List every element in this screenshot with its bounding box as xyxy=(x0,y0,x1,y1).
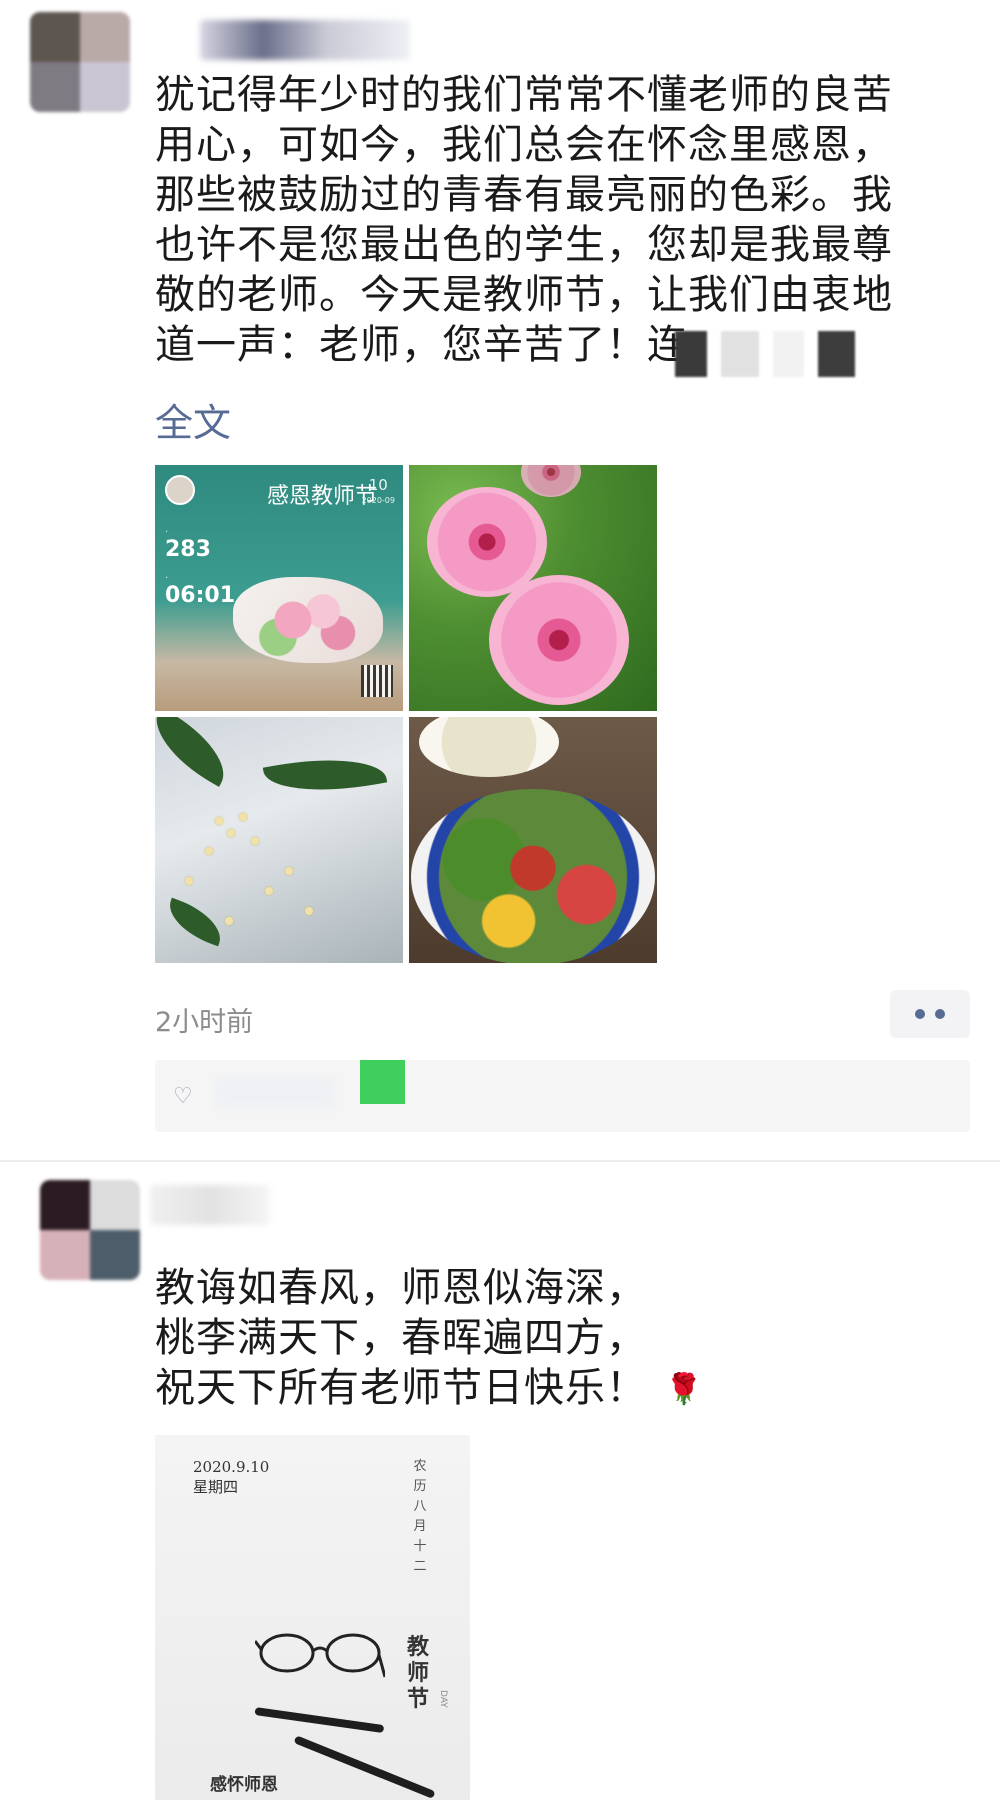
leaf-shape xyxy=(262,746,388,804)
post-text-line: 那些被鼓励过的青春有最亮丽的色彩。我 xyxy=(155,172,893,218)
photo-title: 教师节 xyxy=(407,1635,430,1712)
bowl-shape xyxy=(411,789,655,963)
pen-icon xyxy=(293,1735,436,1799)
post-text-line: 教诲如春风，师恩似海深， xyxy=(155,1265,647,1311)
username-blurred[interactable] xyxy=(200,20,410,60)
post-text-line: 敬的老师。今天是教师节，让我们由衷地 xyxy=(155,272,893,318)
post-text-content: 祝天下所有老师节日快乐！ xyxy=(155,1365,647,1411)
username-blurred[interactable] xyxy=(150,1185,270,1225)
dot-icon xyxy=(915,1009,925,1019)
bloom-dot xyxy=(185,877,193,885)
teachers-day-card-image[interactable]: 感恩教师节 10 2020-09 · 283 · 06:01 xyxy=(155,465,403,711)
post-text-line: 犹记得年少时的我们常常不懂老师的良苦 xyxy=(155,72,893,118)
leaf-shape xyxy=(155,717,239,787)
card-date-month: 2020-09 xyxy=(361,496,395,505)
post-text-line: 也许不是您最出色的学生，您却是我最尊 xyxy=(155,222,893,268)
post-text: 犹记得年少时的我们常常不懂老师的良苦 用心，可如今，我们总会在怀念里感恩， 那些… xyxy=(155,70,935,370)
card-number: 283 xyxy=(165,537,211,562)
photo-date: 2020.9.10 星期四 xyxy=(193,1457,269,1497)
pen-icon xyxy=(254,1707,385,1734)
card-time: 06:01 xyxy=(165,583,236,608)
bloom-dot xyxy=(305,907,313,915)
moment-post-1: 犹记得年少时的我们常常不懂老师的良苦 用心，可如今，我们总会在怀念里感恩， 那些… xyxy=(0,0,1000,1160)
rose-icon: 🌹 xyxy=(665,1372,704,1407)
post-time: 2小时前 xyxy=(155,1007,254,1038)
bloom-dot xyxy=(239,813,247,821)
glasses-icon xyxy=(255,1633,385,1678)
post-text-line: 祝天下所有老师节日快乐！ 🌹 xyxy=(155,1363,935,1415)
post-text-line: 桃李满天下，春晖遍四方， xyxy=(155,1315,647,1361)
green-badge xyxy=(360,1060,405,1104)
card-title: 感恩教师节 xyxy=(267,484,378,509)
photo-lunar-date: 农历八月十二 xyxy=(413,1459,427,1574)
photo-day-label: DAY xyxy=(438,1690,448,1708)
bloom-dot xyxy=(205,847,213,855)
bouquet-illustration xyxy=(233,577,383,663)
flower-shape xyxy=(521,465,581,497)
bloom-dot xyxy=(215,817,223,825)
card-date-day: 10 xyxy=(368,476,388,494)
osmanthus-photo[interactable] xyxy=(155,717,403,963)
leaf-shape xyxy=(161,897,229,947)
bloom-dot xyxy=(265,887,273,895)
blurred-names xyxy=(215,1078,335,1108)
heart-icon: ♡ xyxy=(173,1084,193,1109)
card-date: 10 2020-09 xyxy=(362,477,395,509)
hibiscus-photo[interactable] xyxy=(409,465,657,711)
photo-caption: 感怀师恩 xyxy=(210,1775,278,1795)
photo-date-text: 2020.9.10 xyxy=(193,1458,270,1476)
photo-weekday: 星期四 xyxy=(193,1478,239,1496)
bloom-dot xyxy=(227,829,235,837)
qr-code-icon xyxy=(361,665,393,697)
bloom-dot xyxy=(285,867,293,875)
avatar[interactable] xyxy=(30,12,130,112)
truncated-text-blur xyxy=(675,330,855,378)
more-actions-button[interactable] xyxy=(890,990,970,1038)
cup-shape xyxy=(419,717,559,777)
bloom-dot xyxy=(251,837,259,845)
likes-comments-area[interactable]: ♡ xyxy=(155,1060,970,1132)
moment-post-2 xyxy=(0,1162,1000,1800)
post-text-line: 用心，可如今，我们总会在怀念里感恩， xyxy=(155,122,893,168)
avatar[interactable] xyxy=(40,1180,140,1280)
post-text: 教诲如春风，师恩似海深， 桃李满天下，春晖遍四方， 祝天下所有老师节日快乐！ 🌹 xyxy=(155,1263,935,1415)
image-grid: 感恩教师节 10 2020-09 · 283 · 06:01 xyxy=(155,465,659,963)
food-bowl-photo[interactable] xyxy=(409,717,657,963)
flower-shape xyxy=(489,575,629,705)
teachers-day-photo[interactable]: 2020.9.10 星期四 农历八月十二 教师节 DAY 感怀师恩 xyxy=(155,1435,470,1800)
card-avatar xyxy=(165,475,195,505)
bloom-dot xyxy=(225,917,233,925)
dot-icon xyxy=(935,1009,945,1019)
full-text-link[interactable]: 全文 xyxy=(155,392,231,447)
